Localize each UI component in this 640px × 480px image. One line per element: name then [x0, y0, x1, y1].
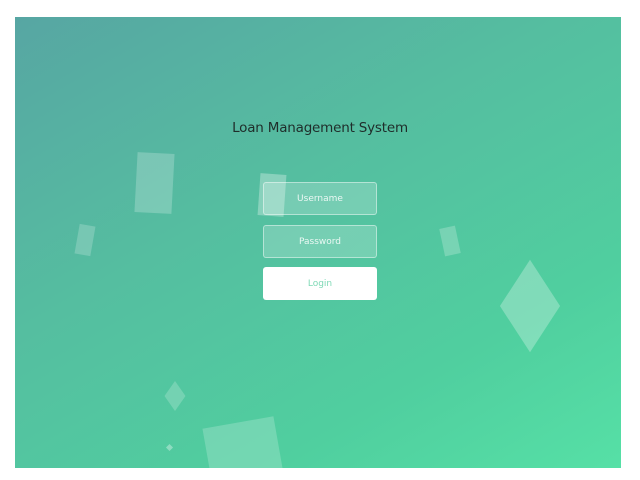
login-button[interactable]: Login	[263, 267, 377, 300]
decorative-square	[74, 223, 96, 257]
decorative-square	[202, 416, 286, 468]
decorative-square	[134, 152, 175, 214]
decorative-diamond	[499, 259, 561, 353]
page-title: Loan Management System	[232, 120, 408, 136]
username-input[interactable]	[263, 182, 377, 215]
decorative-diamond	[164, 381, 186, 411]
decorative-diamond	[165, 443, 174, 452]
password-input[interactable]	[263, 225, 377, 258]
decorative-square	[439, 225, 461, 257]
